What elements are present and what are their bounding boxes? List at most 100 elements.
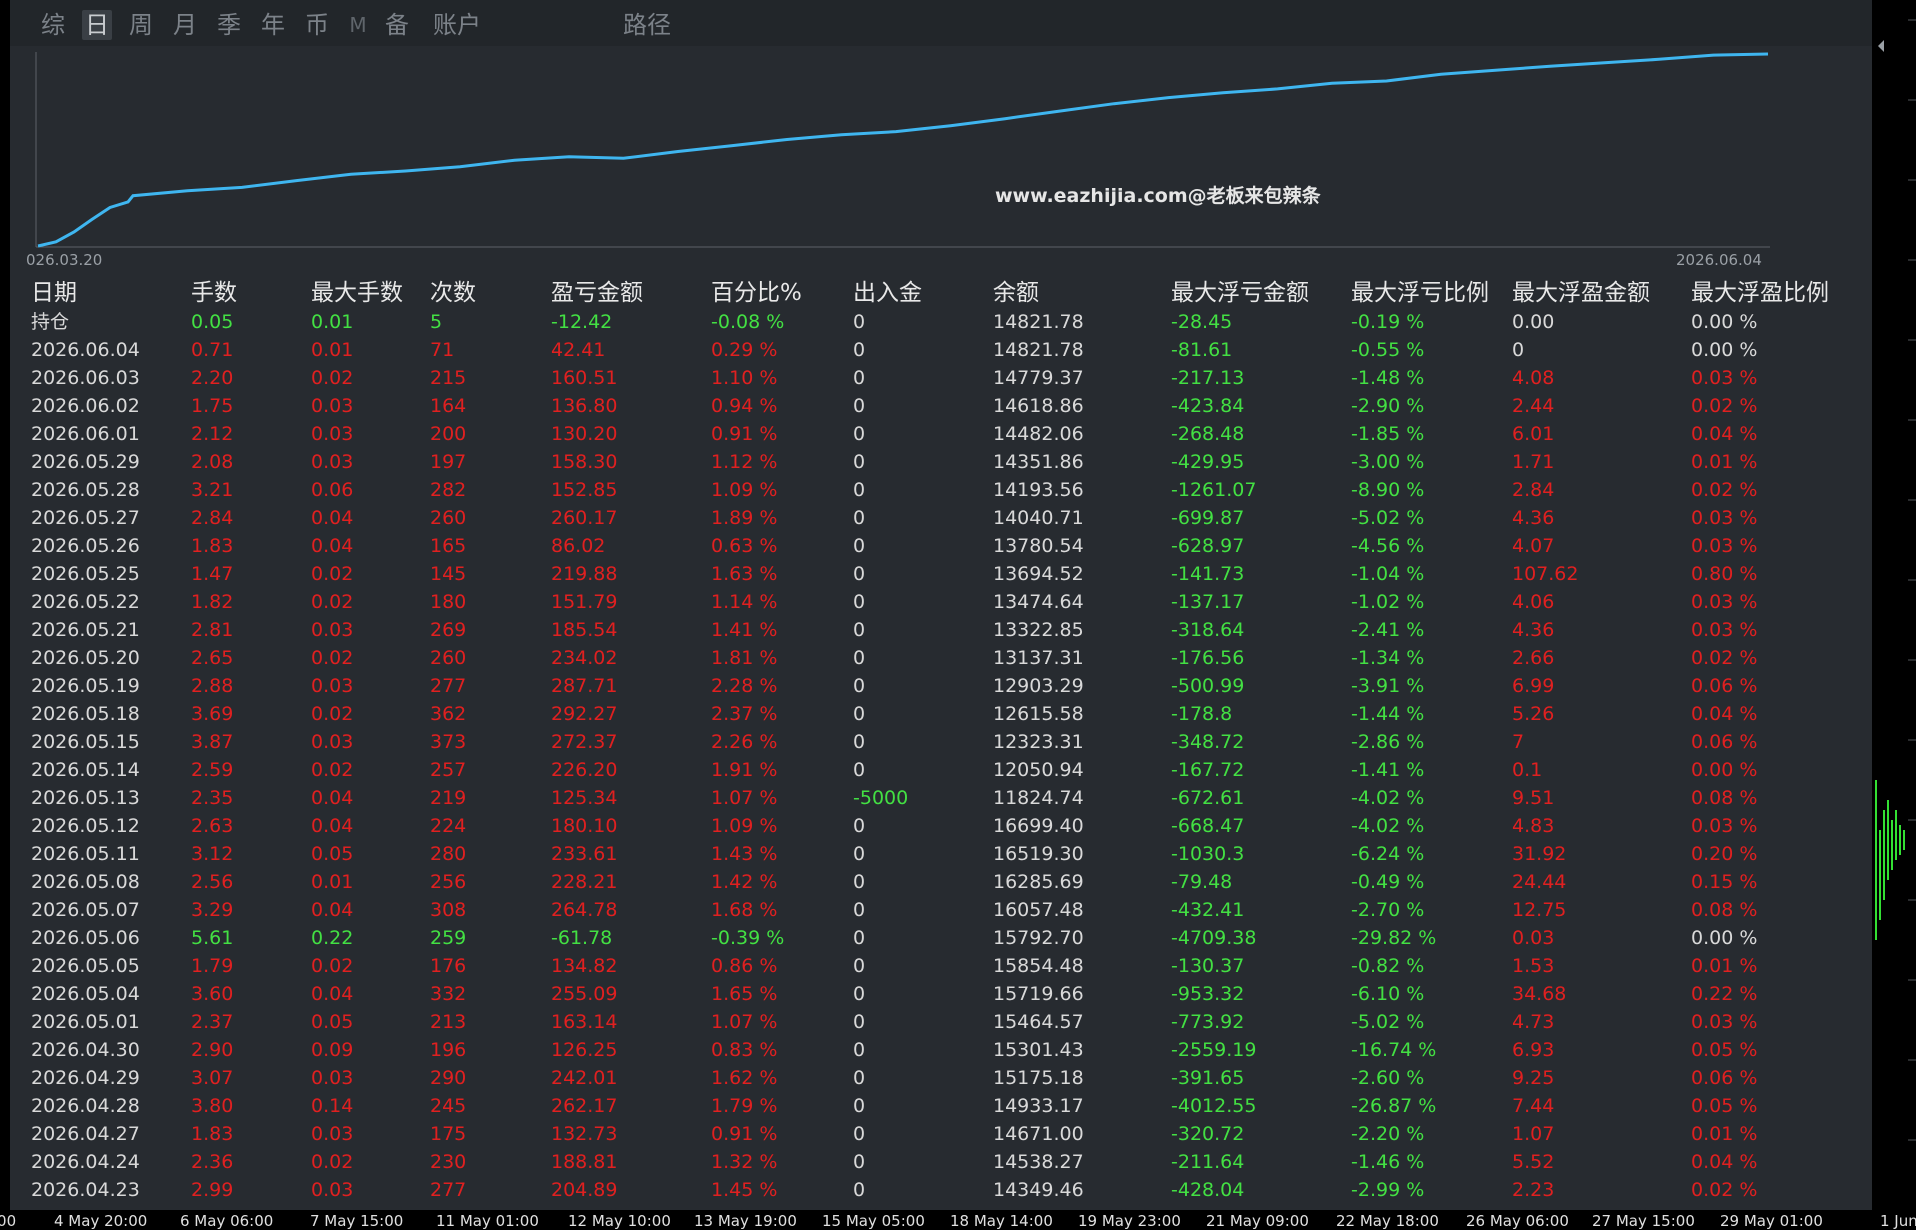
table-row: 2026.05.08 2.56 0.01 256 228.21 1.42 % 0 16285.… <box>21 868 1871 896</box>
cell-lots: 2.35 <box>191 787 234 809</box>
cell-flow: 0 <box>853 1067 866 1089</box>
cell-max-fp-pct: 0.03 % <box>1691 1011 1758 1033</box>
cell-max-fp: 107.62 <box>1512 563 1579 585</box>
cell-max-fp: 12.75 <box>1512 899 1567 921</box>
cell-pct: 1.14 % <box>711 591 778 613</box>
cell-pct: 1.91 % <box>711 759 778 781</box>
cell-balance: 15301.43 <box>993 1039 1084 1061</box>
cell-count: 260 <box>430 647 467 669</box>
cell-max-dd: -391.65 <box>1171 1067 1245 1089</box>
tab-5[interactable]: 年 <box>258 10 288 40</box>
table-row: 2026.05.27 2.84 0.04 260 260.17 1.89 % 0 14040.… <box>21 504 1871 532</box>
cell-lots: 2.88 <box>191 675 234 697</box>
time-axis-label: :00 <box>0 1212 17 1230</box>
equity-curve-line <box>37 52 1769 248</box>
cell-max-dd: -1030.3 <box>1171 843 1245 865</box>
cell-date: 2026.04.27 <box>31 1123 140 1145</box>
cell-max-fp-pct: 0.02 % <box>1691 395 1758 417</box>
cell-max-fp-pct: 0.03 % <box>1691 591 1758 613</box>
cell-lots: 1.82 <box>191 591 234 613</box>
cell-pnl: 228.21 <box>551 871 618 893</box>
table-row: 2026.05.14 2.59 0.02 257 226.20 1.91 % 0 12050.… <box>21 756 1871 784</box>
cell-max-dd-pct: -4.02 % <box>1351 815 1425 837</box>
cell-balance: 15464.57 <box>993 1011 1084 1033</box>
cell-flow: 0 <box>853 647 866 669</box>
tab-10[interactable]: 路径 <box>620 10 674 40</box>
cell-max-fp-pct: 0.00 % <box>1691 311 1758 333</box>
cell-max-dd-pct: -2.60 % <box>1351 1067 1425 1089</box>
tab-2[interactable]: 周 <box>126 10 156 40</box>
cell-lots: 1.83 <box>191 1123 234 1145</box>
cell-max-dd: -178.8 <box>1171 703 1233 725</box>
right-edge-strip <box>1874 0 1916 1210</box>
cell-balance: 12903.29 <box>993 675 1084 697</box>
cell-count: 145 <box>430 563 467 585</box>
cell-max-dd-pct: -16.74 % <box>1351 1039 1437 1061</box>
tab-4[interactable]: 季 <box>214 10 244 40</box>
cell-date: 2026.04.30 <box>31 1039 140 1061</box>
cell-max-fp-pct: 0.03 % <box>1691 535 1758 557</box>
cell-pct: 0.91 % <box>711 1123 778 1145</box>
cell-flow: 0 <box>853 563 866 585</box>
cell-balance: 14618.86 <box>993 395 1084 417</box>
cell-pnl: 86.02 <box>551 535 606 557</box>
cell-lots: 2.63 <box>191 815 234 837</box>
cell-lots: 2.84 <box>191 507 234 529</box>
tab-0[interactable]: 综 <box>38 10 68 40</box>
cell-max-lots: 0.02 <box>311 591 354 613</box>
equity-curve-svg <box>35 52 1770 248</box>
cell-max-lots: 0.04 <box>311 815 354 837</box>
cell-balance: 12050.94 <box>993 759 1084 781</box>
cell-max-dd-pct: -6.24 % <box>1351 843 1425 865</box>
tab-7[interactable]: M <box>348 10 368 40</box>
cell-max-lots: 0.01 <box>311 339 354 361</box>
cell-max-dd: -79.48 <box>1171 871 1233 893</box>
cell-max-lots: 0.03 <box>311 451 354 473</box>
cell-pct: 0.63 % <box>711 535 778 557</box>
cell-count: 373 <box>430 731 467 753</box>
cell-flow: 0 <box>853 1011 866 1033</box>
cell-pct: 1.62 % <box>711 1067 778 1089</box>
tab-9[interactable]: 账户 <box>430 10 484 40</box>
tab-6[interactable]: 币 <box>302 10 332 40</box>
cell-max-lots: 0.03 <box>311 619 354 641</box>
cell-max-fp-pct: 0.22 % <box>1691 983 1758 1005</box>
cell-pnl: -61.78 <box>551 927 613 949</box>
cell-date: 2026.05.14 <box>31 759 140 781</box>
cell-lots: 2.08 <box>191 451 234 473</box>
cell-max-dd: -348.72 <box>1171 731 1245 753</box>
tab-8[interactable]: 备 <box>382 10 412 40</box>
cell-count: 290 <box>430 1067 467 1089</box>
tab-1[interactable]: 日 <box>82 10 112 40</box>
table-row: 2026.06.03 2.20 0.02 215 160.51 1.10 % 0 14779.… <box>21 364 1871 392</box>
table-row: 2026.05.07 3.29 0.04 308 264.78 1.68 % 0 16057.… <box>21 896 1871 924</box>
cell-max-fp-pct: 0.04 % <box>1691 703 1758 725</box>
cell-max-lots: 0.09 <box>311 1039 354 1061</box>
cell-lots: 3.87 <box>191 731 234 753</box>
tab-3[interactable]: 月 <box>170 10 200 40</box>
cell-date: 2026.04.28 <box>31 1095 140 1117</box>
cell-pct: 1.68 % <box>711 899 778 921</box>
cell-max-dd: -668.47 <box>1171 815 1245 837</box>
cell-pnl: 160.51 <box>551 367 618 389</box>
cell-count: 277 <box>430 1179 467 1201</box>
cell-max-lots: 0.03 <box>311 423 354 445</box>
cell-pnl: 180.10 <box>551 815 618 837</box>
report-panel: 综日周月季年币 M 备账户 路径 www.eazhijia.com@老板来包辣条 02… <box>10 0 1872 1210</box>
table-row: 2026.05.26 1.83 0.04 165 86.02 0.63 % 0 13780.5… <box>21 532 1871 560</box>
cell-max-fp-pct: 0.05 % <box>1691 1039 1758 1061</box>
cell-lots: 2.81 <box>191 619 234 641</box>
cell-pnl: -12.42 <box>551 311 613 333</box>
cell-max-lots: 0.03 <box>311 395 354 417</box>
cell-max-lots: 0.04 <box>311 787 354 809</box>
cell-max-fp: 6.99 <box>1512 675 1555 697</box>
cell-pnl: 134.82 <box>551 955 618 977</box>
table-row: 2026.05.19 2.88 0.03 277 287.71 2.28 % 0 12903.… <box>21 672 1871 700</box>
cell-max-dd: -81.61 <box>1171 339 1233 361</box>
cell-lots: 2.12 <box>191 423 234 445</box>
chart-start-date: 026.03.20 <box>26 251 103 269</box>
cell-max-fp-pct: 0.03 % <box>1691 619 1758 641</box>
cell-max-fp-pct: 0.03 % <box>1691 507 1758 529</box>
cell-max-fp: 6.93 <box>1512 1039 1555 1061</box>
cell-pct: 1.65 % <box>711 983 778 1005</box>
